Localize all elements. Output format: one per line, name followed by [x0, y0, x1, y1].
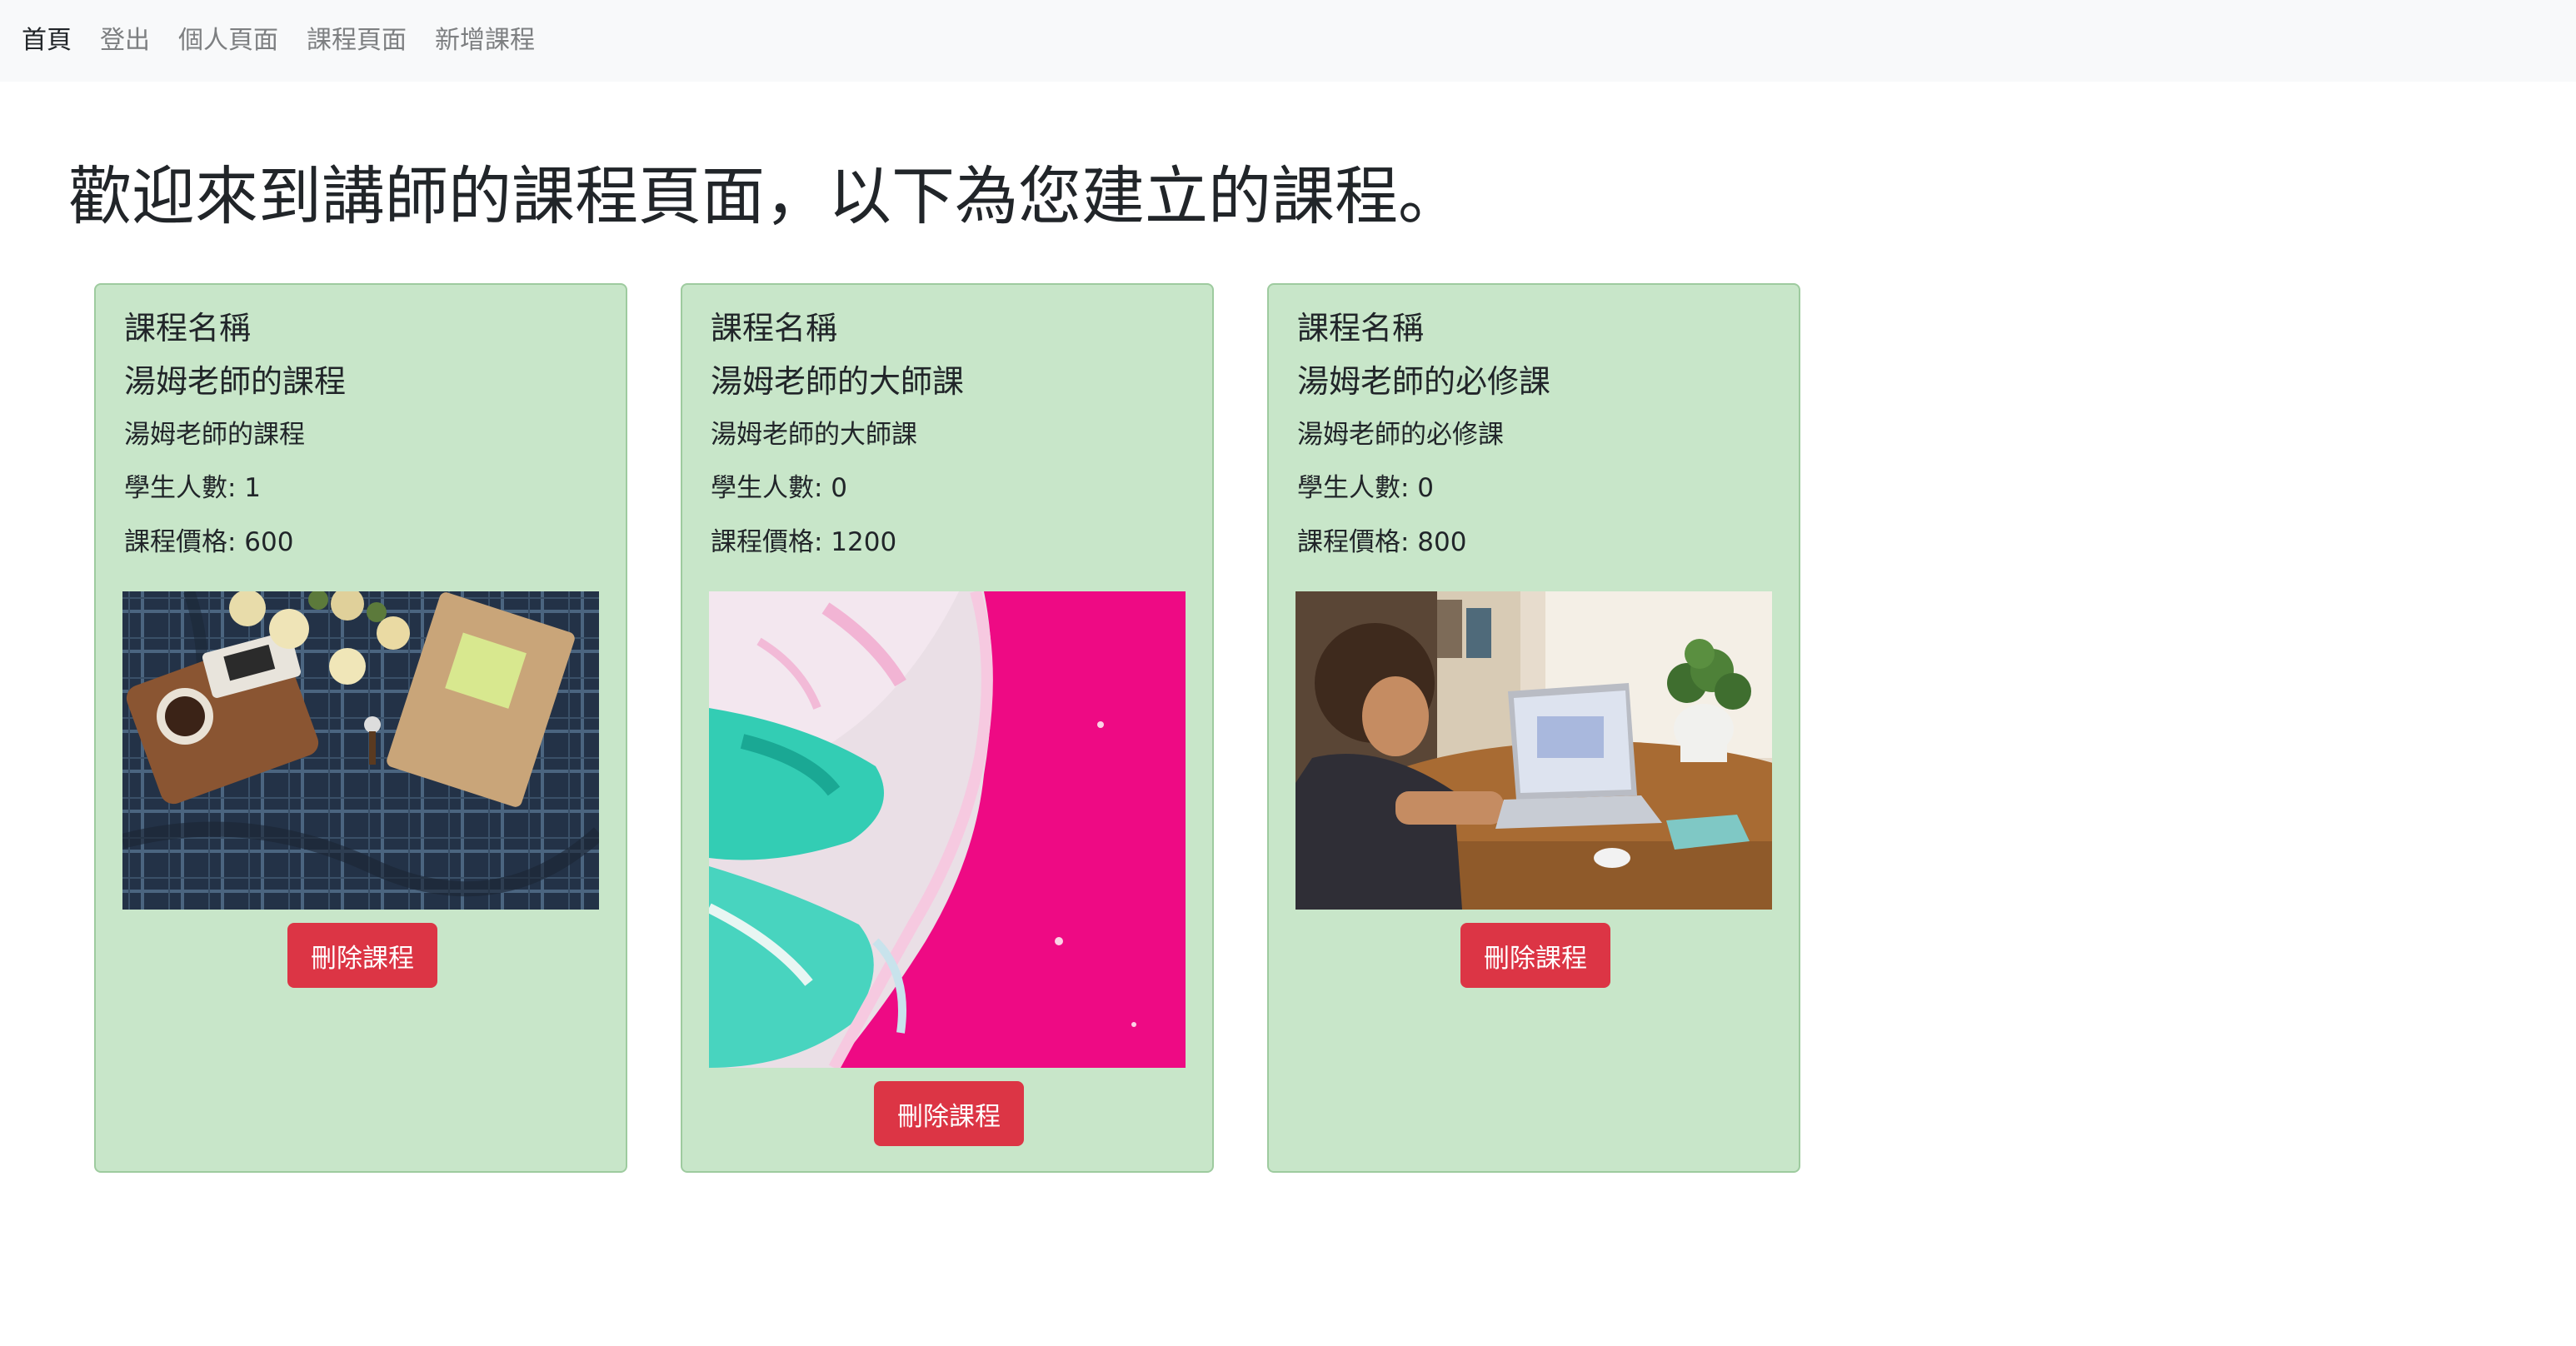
delete-course-button[interactable]: 刪除課程 — [874, 1081, 1024, 1146]
course-student-count: 學生人數: 0 — [1297, 473, 1435, 503]
course-image-fluid-art — [709, 591, 1186, 1068]
course-student-count: 學生人數: 0 — [711, 473, 848, 503]
course-card: 課程名稱 湯姆老師的大師課 湯姆老師的大師課 學生人數: 0 課程價格: 120… — [681, 283, 1214, 1173]
nav-home-link[interactable]: 首頁 — [22, 28, 72, 53]
top-navbar: 首頁 登出 個人頁面 課程頁面 新增課程 — [0, 0, 2576, 82]
course-price: 課程價格: 1200 — [711, 527, 897, 557]
nav-add-course-link[interactable]: 新增課程 — [435, 28, 535, 53]
course-title: 湯姆老師的必修課 — [1297, 363, 1551, 400]
course-image-laptop — [1295, 591, 1772, 910]
delete-course-button[interactable]: 刪除課程 — [287, 923, 437, 988]
nav-courses-link[interactable]: 課程頁面 — [307, 28, 407, 53]
course-image-flatlay — [122, 591, 599, 910]
course-name-label: 課程名稱 — [711, 310, 838, 346]
nav-logout-link[interactable]: 登出 — [100, 28, 150, 53]
course-title: 湯姆老師的大師課 — [711, 363, 965, 400]
course-description: 湯姆老師的課程 — [124, 420, 305, 450]
page-heading: 歡迎來到講師的課程頁面，以下為您建立的課程。 — [68, 159, 1461, 233]
course-student-count: 學生人數: 1 — [124, 473, 262, 503]
delete-course-button[interactable]: 刪除課程 — [1460, 923, 1610, 988]
course-description: 湯姆老師的必修課 — [1297, 420, 1504, 450]
course-description: 湯姆老師的大師課 — [711, 420, 917, 450]
course-card: 課程名稱 湯姆老師的必修課 湯姆老師的必修課 學生人數: 0 課程價格: 800 — [1267, 283, 1800, 1173]
course-card: 課程名稱 湯姆老師的課程 湯姆老師的課程 學生人數: 1 課程價格: 600 刪… — [94, 283, 627, 1173]
nav-profile-link[interactable]: 個人頁面 — [178, 28, 278, 53]
course-title: 湯姆老師的課程 — [124, 363, 347, 400]
course-name-label: 課程名稱 — [124, 310, 252, 346]
course-price: 課程價格: 800 — [1297, 527, 1467, 557]
course-name-label: 課程名稱 — [1297, 310, 1425, 346]
course-price: 課程價格: 600 — [124, 527, 294, 557]
